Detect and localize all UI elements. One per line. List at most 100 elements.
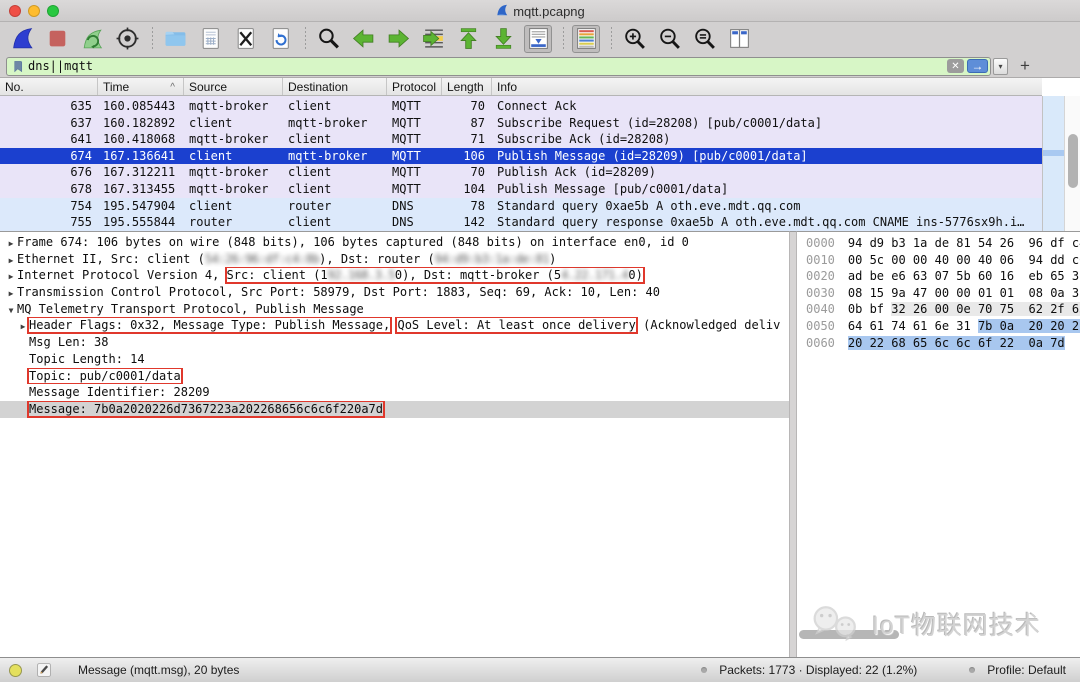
bytes-horizontal-scrollbar[interactable] xyxy=(797,628,1080,642)
first-packet-button[interactable] xyxy=(454,25,482,53)
packet-row[interactable]: 678167.313455mqtt-brokerclientMQTT104Pub… xyxy=(0,181,1042,198)
annotation-box: Message: 7b0a2020226d7367223a202268656c6… xyxy=(29,402,383,416)
toolbar-separator xyxy=(305,27,306,51)
colorize-packets-button[interactable] xyxy=(572,25,600,53)
toolbar-separator xyxy=(611,27,612,51)
hex-row[interactable]: 00400b bf 32 26 00 0e 70 75 62 2f 63 xyxy=(806,301,1080,318)
main-toolbar xyxy=(0,22,1080,55)
packet-row[interactable]: 674167.136641clientmqtt-brokerMQTT106Pub… xyxy=(0,148,1042,165)
resize-columns-button[interactable] xyxy=(725,25,753,53)
detail-line[interactable]: Msg Len: 38 xyxy=(0,334,789,351)
status-bar: Message (mqtt.msg), 20 bytes Packets: 17… xyxy=(0,657,1080,682)
zoom-out-button[interactable] xyxy=(655,25,683,53)
go-to-packet-button[interactable] xyxy=(419,25,447,53)
hex-bytes-selected[interactable]: 20 22 68 65 6c 6c 6f 22 0a 7d xyxy=(848,336,1065,350)
toolbar-separator xyxy=(563,27,564,51)
expert-info-icon[interactable] xyxy=(9,664,22,677)
expand-arrow-icon[interactable]: ▶ xyxy=(17,319,29,334)
detail-line[interactable]: ▶Transmission Control Protocol, Src Port… xyxy=(0,284,789,301)
filter-apply-button[interactable]: → xyxy=(967,59,988,73)
hex-row[interactable]: 003008 15 9a 47 00 00 01 01 08 0a 3b xyxy=(806,285,1080,302)
filter-add-button[interactable]: + xyxy=(1020,56,1030,76)
hex-row[interactable]: 005064 61 74 61 6e 31 7b 0a 20 20 22 xyxy=(806,318,1080,335)
expand-arrow-icon[interactable]: ▶ xyxy=(5,286,17,301)
expand-arrow-icon[interactable]: ▼ xyxy=(5,303,17,318)
column-header-destination[interactable]: Destination xyxy=(283,78,387,95)
hex-bytes-selected[interactable]: 7b 0a 20 20 22 xyxy=(978,319,1080,333)
hex-bytes[interactable]: 94 d9 b3 1a de 81 54 26 96 df c4 xyxy=(848,236,1080,250)
packet-list-minimap[interactable] xyxy=(1042,96,1064,231)
filter-history-caret[interactable]: ▾ xyxy=(993,58,1008,75)
capture-options-button[interactable] xyxy=(113,25,141,53)
scrollbar-thumb[interactable] xyxy=(1068,134,1078,188)
hex-bytes[interactable]: 08 15 9a 47 00 00 01 01 08 0a 3b xyxy=(848,286,1080,300)
capture-comment-icon[interactable] xyxy=(36,662,52,678)
expand-arrow-icon[interactable]: ▶ xyxy=(5,269,17,284)
column-header-info[interactable]: Info xyxy=(492,78,1042,95)
status-field-info: Message (mqtt.msg), 20 bytes xyxy=(78,663,239,677)
start-capture-button[interactable] xyxy=(8,25,36,53)
hex-bytes[interactable]: ad be e6 63 07 5b 60 16 eb 65 3f xyxy=(848,269,1080,283)
window-title-area: mqtt.pcapng xyxy=(0,0,1080,22)
restart-capture-button[interactable] xyxy=(78,25,106,53)
packet-list-scrollbar[interactable] xyxy=(1064,96,1080,231)
column-header-protocol[interactable]: Protocol xyxy=(387,78,442,95)
packet-row[interactable]: 637160.182892clientmqtt-brokerMQTT87Subs… xyxy=(0,115,1042,132)
next-packet-button[interactable] xyxy=(384,25,412,53)
pane-splitter[interactable] xyxy=(789,231,797,657)
zoom-reset-button[interactable] xyxy=(690,25,718,53)
status-profile[interactable]: Profile: Default xyxy=(987,663,1066,677)
column-header-no[interactable]: No. xyxy=(0,78,98,95)
wireshark-logo-icon xyxy=(495,3,509,20)
filter-bar: dns||mqtt ✕ → ▾ + xyxy=(0,55,1080,78)
bytes-scrollbar-thumb[interactable] xyxy=(799,630,899,639)
zoom-in-button[interactable] xyxy=(620,25,648,53)
detail-line[interactable]: Message: 7b0a2020226d7367223a202268656c6… xyxy=(0,401,789,418)
expand-arrow-icon[interactable]: ▶ xyxy=(5,253,17,268)
packet-row[interactable]: 754195.547904clientrouterDNS78Standard q… xyxy=(0,198,1042,215)
find-packet-button[interactable] xyxy=(314,25,342,53)
filter-bookmark-icon[interactable] xyxy=(9,59,28,74)
annotation-box: QoS Level: At least once delivery xyxy=(397,318,635,332)
column-header-time[interactable]: Time^ xyxy=(98,78,184,95)
hex-bytes[interactable]: 0b bf xyxy=(848,302,891,316)
auto-scroll-button[interactable] xyxy=(524,25,552,53)
packet-row[interactable]: 635160.085443mqtt-brokerclientMQTT70Conn… xyxy=(0,98,1042,115)
save-file-button[interactable] xyxy=(196,25,224,53)
detail-line[interactable]: ▼MQ Telemetry Transport Protocol, Publis… xyxy=(0,301,789,318)
column-header-source[interactable]: Source xyxy=(184,78,283,95)
hex-row[interactable]: 001000 5c 00 00 40 00 40 06 94 dd c0 xyxy=(806,252,1080,269)
hex-bytes[interactable]: 00 5c 00 00 40 00 40 06 94 dd c0 xyxy=(848,253,1080,267)
detail-line[interactable]: ▶Frame 674: 106 bytes on wire (848 bits)… xyxy=(0,234,789,251)
open-file-button[interactable] xyxy=(161,25,189,53)
packet-row[interactable]: 641160.418068mqtt-brokerclientMQTT71Subs… xyxy=(0,131,1042,148)
column-header-length[interactable]: Length xyxy=(442,78,492,95)
title-bar: mqtt.pcapng xyxy=(0,0,1080,22)
hex-row[interactable]: 006020 22 68 65 6c 6c 6f 22 0a 7d xyxy=(806,335,1080,352)
hex-row[interactable]: 000094 d9 b3 1a de 81 54 26 96 df c4 xyxy=(806,235,1080,252)
packet-row[interactable]: 676167.312211mqtt-brokerclientMQTT70Publ… xyxy=(0,164,1042,181)
hex-bytes[interactable]: 64 61 74 61 6e 31 xyxy=(848,319,978,333)
detail-line[interactable]: ▶Internet Protocol Version 4, Src: clien… xyxy=(0,267,789,284)
detail-line[interactable]: Message Identifier: 28209 xyxy=(0,384,789,401)
hex-bytes-protocol[interactable]: 32 26 00 0e 70 75 62 2f 63 xyxy=(891,302,1080,316)
detail-line[interactable]: ▶Header Flags: 0x32, Message Type: Publi… xyxy=(0,317,789,334)
annotation-box: Src: client (192.168.3.50), Dst: mqtt-br… xyxy=(227,268,643,282)
toolbar-separator xyxy=(152,27,153,51)
expand-arrow-icon[interactable]: ▶ xyxy=(5,236,17,251)
stop-capture-button[interactable] xyxy=(43,25,71,53)
display-filter-field[interactable]: dns||mqtt ✕ → xyxy=(6,57,991,76)
hex-row[interactable]: 0020ad be e6 63 07 5b 60 16 eb 65 3f xyxy=(806,268,1080,285)
packet-row[interactable]: 755195.555844routerclientDNS142Standard … xyxy=(0,214,1042,231)
redacted-text: 92.168.3.5 xyxy=(328,268,395,282)
previous-packet-button[interactable] xyxy=(349,25,377,53)
reload-file-button[interactable] xyxy=(266,25,294,53)
last-packet-button[interactable] xyxy=(489,25,517,53)
filter-clear-button[interactable]: ✕ xyxy=(947,59,964,73)
detail-line[interactable]: Topic: pub/c0001/data xyxy=(0,368,789,385)
packet-list-header: No.Time^SourceDestinationProtocolLengthI… xyxy=(0,78,1042,96)
close-file-button[interactable] xyxy=(231,25,259,53)
detail-line[interactable]: ▶Ethernet II, Src: client (54:26:96:df:c… xyxy=(0,251,789,268)
display-filter-input[interactable]: dns||mqtt xyxy=(28,59,947,73)
detail-line[interactable]: Topic Length: 14 xyxy=(0,351,789,368)
